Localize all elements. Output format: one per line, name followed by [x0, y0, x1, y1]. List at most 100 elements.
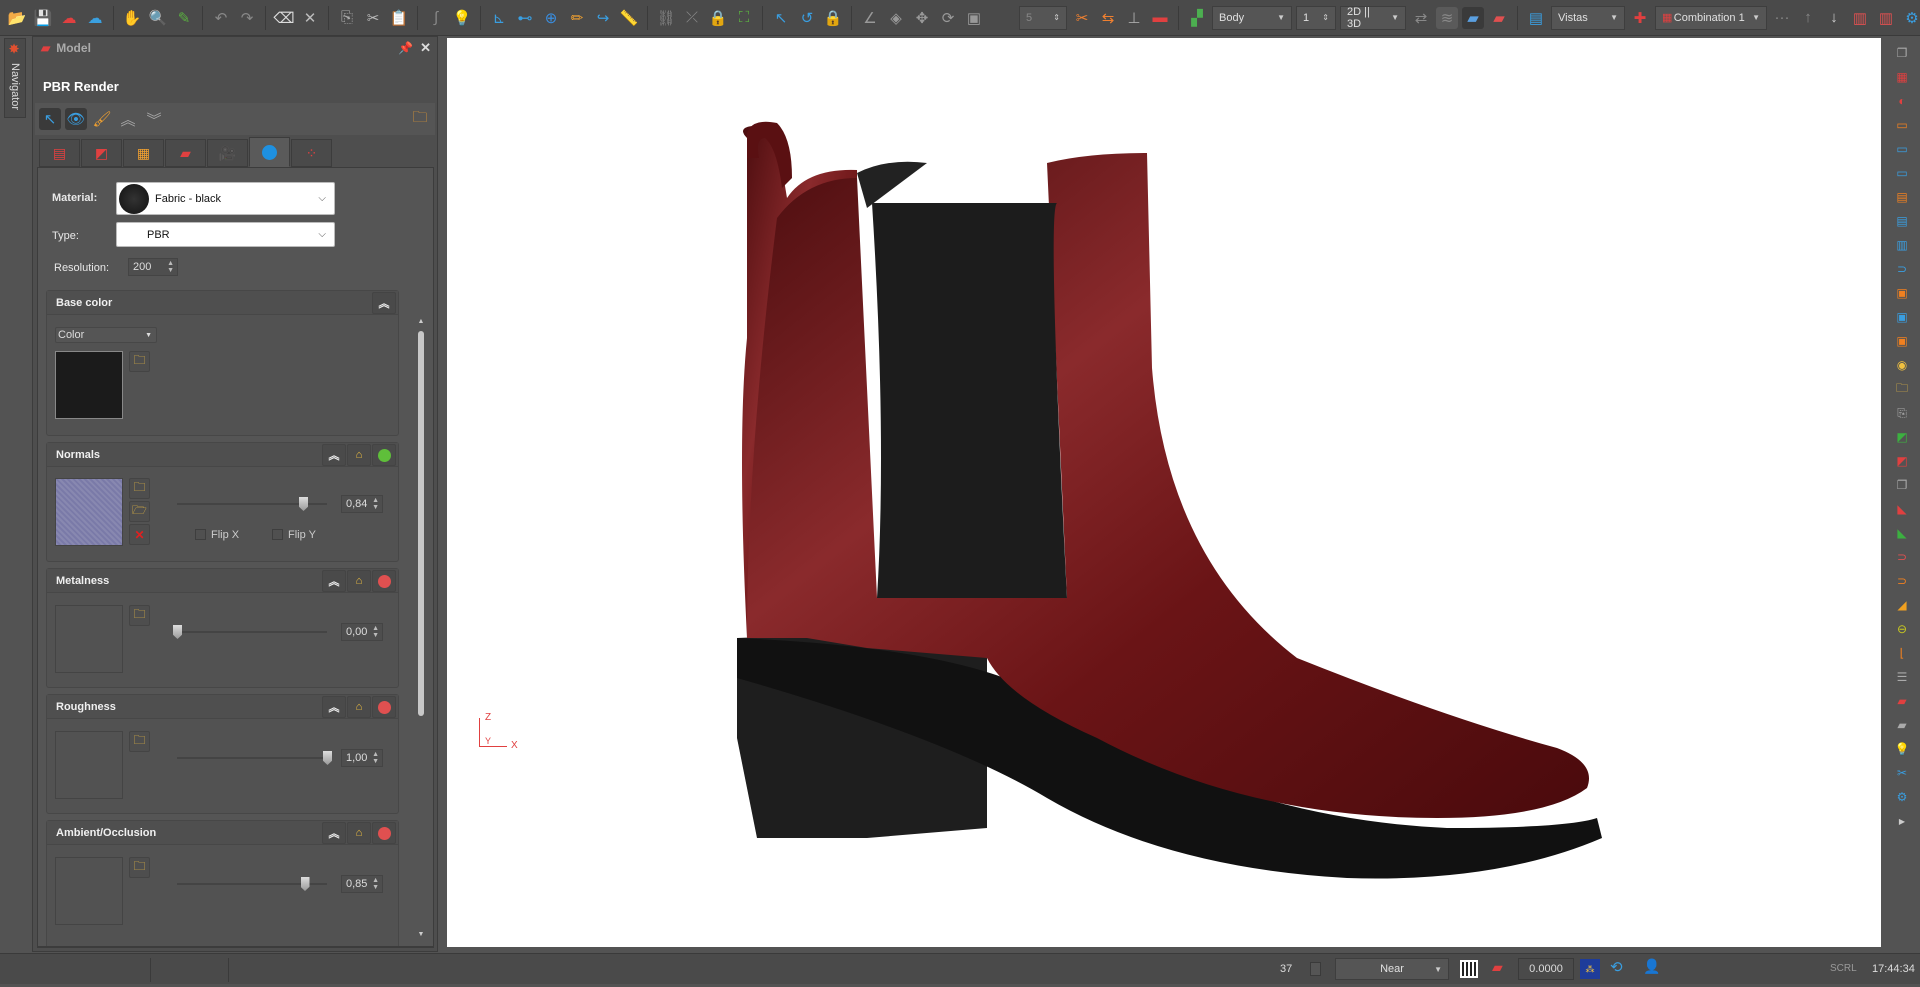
user-icon[interactable]: 👤	[1643, 958, 1660, 975]
roughness-value-spinner[interactable]: 1,00 ▲ ▼	[341, 749, 383, 767]
delete-texture-button[interactable]: ✕	[129, 524, 150, 545]
curve-icon[interactable]: ↪	[592, 7, 614, 29]
point-add-icon[interactable]: ⊷	[514, 7, 536, 29]
replace-texture-button[interactable]: 🗁	[129, 501, 150, 522]
color-mode-select[interactable]: Color ▼	[55, 327, 157, 343]
ambient-value-spinner[interactable]: 0,85 ▲ ▼	[341, 875, 383, 893]
slider-handle[interactable]	[299, 497, 308, 511]
view-c-icon[interactable]: ❐	[1893, 476, 1911, 494]
arrow-down-icon[interactable]: ↓	[1823, 7, 1845, 29]
panel-e-icon[interactable]: ▥	[1893, 236, 1911, 254]
scrollbar-thumb[interactable]	[418, 331, 424, 716]
price-icon[interactable]: ▰	[1492, 959, 1503, 976]
base-color-swatch[interactable]	[55, 351, 123, 419]
select-material-icon[interactable]: ↖	[39, 108, 61, 130]
slider-handle[interactable]	[323, 751, 332, 765]
shoe-tool-icon[interactable]: ⇆	[1097, 7, 1119, 29]
lasso-icon[interactable]: ↺	[796, 7, 818, 29]
panel-d-icon[interactable]: ▤	[1893, 212, 1911, 230]
save-icon[interactable]: 💾	[32, 7, 54, 29]
mirror-icon[interactable]: ◐	[1893, 92, 1911, 110]
slider-handle[interactable]	[300, 877, 310, 891]
blue-shoe-icon[interactable]: ▰	[1462, 6, 1484, 29]
lock-icon[interactable]: 🔒	[707, 7, 729, 29]
combination-select[interactable]: ▦ Combination 1 ▼	[1655, 5, 1767, 30]
shoe-color-icon[interactable]: ▰	[1893, 692, 1911, 710]
price-value-field[interactable]: 0.0000	[1518, 958, 1574, 980]
red-shoe-icon[interactable]: ▰	[1488, 7, 1510, 29]
folder-icon[interactable]: 🗀	[1893, 380, 1911, 398]
heel-icon[interactable]: ⌊	[1893, 644, 1911, 662]
unlink-icon[interactable]: ⤫	[681, 7, 703, 29]
settings-icon[interactable]: ⚙	[1893, 788, 1911, 806]
panel-g-icon[interactable]: ▣	[1893, 284, 1911, 302]
lock-select-icon[interactable]: 🔒	[822, 7, 844, 29]
navigator-tab[interactable]: ✸ Navigator	[4, 38, 26, 118]
collapse-button[interactable]: ︽	[322, 444, 346, 466]
more-icon[interactable]: ···	[1771, 7, 1793, 29]
tab-pbr[interactable]	[249, 137, 290, 167]
collapse-button[interactable]: ︽	[322, 696, 346, 718]
link-icon[interactable]: ⛓	[655, 7, 677, 29]
undo-icon[interactable]: ↶	[210, 7, 232, 29]
angle-icon[interactable]: ∠	[859, 7, 881, 29]
sole-icon[interactable]: ◢	[1893, 596, 1911, 614]
open-texture-button[interactable]: 🗀	[129, 857, 150, 878]
draw-pencil-icon[interactable]: ✏	[566, 7, 588, 29]
redo-icon[interactable]: ↷	[236, 7, 258, 29]
status-button[interactable]	[372, 444, 396, 466]
normals-slider[interactable]	[177, 497, 327, 511]
metalness-value-spinner[interactable]: 0,00 ▲ ▼	[341, 623, 383, 641]
status-button[interactable]	[372, 696, 396, 718]
status-button[interactable]	[372, 822, 396, 844]
collapse-button[interactable]: ︽	[322, 570, 346, 592]
shoe-sole-icon[interactable]: ▬	[1149, 7, 1171, 29]
tab-render[interactable]: ◩	[81, 139, 122, 167]
fit-icon[interactable]: ⛶	[733, 7, 755, 29]
vistas-icon[interactable]: ▤	[1525, 7, 1547, 29]
roughness-slider[interactable]	[177, 751, 332, 765]
pin-icon[interactable]: 📌	[398, 41, 413, 55]
strap-icon[interactable]: ⊃	[1893, 548, 1911, 566]
grid-red-icon[interactable]: ▦	[1893, 68, 1911, 86]
flip-x-checkbox[interactable]	[195, 529, 206, 540]
circle-icon[interactable]: ⊖	[1893, 620, 1911, 638]
sync-icon[interactable]: ⟲	[1610, 958, 1623, 976]
panel-f-icon[interactable]: ⊃	[1893, 260, 1911, 278]
open-texture-button[interactable]: 🗀	[129, 351, 150, 372]
near-select[interactable]: Near ▼	[1335, 958, 1449, 980]
stack-icon[interactable]: ☰	[1893, 668, 1911, 686]
panel-h-icon[interactable]: ▣	[1893, 308, 1911, 326]
measure-pencil-icon[interactable]: ✎	[173, 7, 195, 29]
status-button[interactable]	[372, 570, 396, 592]
shoe-grey-icon[interactable]: ▰	[1893, 716, 1911, 734]
home-icon[interactable]: ⌂	[347, 444, 371, 466]
collapse-button[interactable]: ︽	[372, 292, 396, 314]
step-spinner[interactable]: 5 ⇕	[1019, 5, 1067, 30]
type-select[interactable]: PBR ⌵	[116, 222, 335, 247]
cloud-save-icon[interactable]: ☁	[84, 7, 106, 29]
orange-panel-icon[interactable]: ▭	[1893, 116, 1911, 134]
3d-viewport[interactable]: Z Y X	[447, 38, 1881, 947]
slider-handle[interactable]	[173, 625, 182, 639]
home-icon[interactable]: ⌂	[347, 696, 371, 718]
collapse-all-icon[interactable]: ︽	[117, 108, 139, 130]
copy-icon[interactable]: ⎘	[336, 7, 358, 29]
tab-camera[interactable]: 🎥	[207, 139, 248, 167]
paint-icon[interactable]: 🖌	[91, 108, 113, 130]
move-icon[interactable]: ✥	[911, 7, 933, 29]
tab-shoes[interactable]: ▰	[165, 139, 206, 167]
paste-icon[interactable]: 📋	[388, 7, 410, 29]
cut-line-icon[interactable]: ✂	[1071, 7, 1093, 29]
export-folder-icon[interactable]: 🗀	[409, 108, 431, 130]
light-add-icon[interactable]: 💡	[451, 7, 473, 29]
rotate-icon[interactable]: ⟳	[937, 7, 959, 29]
resolution-spinner[interactable]: 200 ▲ ▼	[128, 258, 178, 276]
tab-grid[interactable]: ▦	[123, 139, 164, 167]
view-a-icon[interactable]: ◩	[1893, 428, 1911, 446]
material-select[interactable]: Fabric - black ⌵	[116, 182, 335, 215]
arrow-up-icon[interactable]: ↑	[1797, 7, 1819, 29]
barcode-icon[interactable]	[1460, 960, 1478, 978]
orange-strap-icon[interactable]: ⊃	[1893, 572, 1911, 590]
view-material-icon[interactable]: 👁	[65, 108, 87, 130]
